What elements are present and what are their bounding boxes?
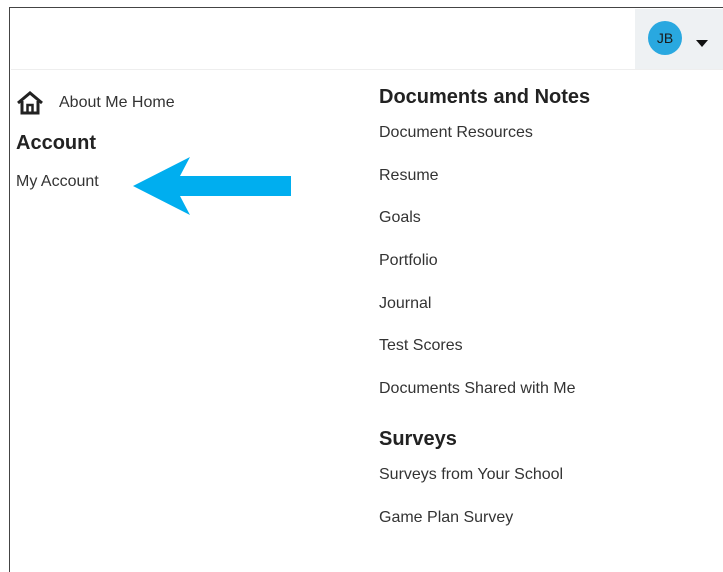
document-resources-link[interactable]: Document Resources bbox=[379, 124, 533, 141]
top-bar: JB bbox=[11, 9, 723, 70]
about-me-home-link[interactable]: About Me Home bbox=[16, 90, 316, 116]
user-menu-button[interactable]: JB bbox=[635, 9, 723, 69]
caret-down-icon[interactable] bbox=[696, 39, 708, 47]
journal-link[interactable]: Journal bbox=[379, 295, 431, 312]
surveys-heading: Surveys bbox=[379, 427, 457, 450]
portfolio-link[interactable]: Portfolio bbox=[379, 252, 438, 269]
documents-heading: Documents and Notes bbox=[379, 86, 591, 108]
goals-link[interactable]: Goals bbox=[379, 209, 421, 226]
about-me-home-label[interactable]: About Me Home bbox=[59, 94, 175, 112]
test-scores-link[interactable]: Test Scores bbox=[379, 337, 463, 354]
game-plan-survey-link[interactable]: Game Plan Survey bbox=[379, 509, 513, 526]
surveys-list: Surveys from Your School Game Plan Surve… bbox=[379, 465, 699, 550]
home-icon bbox=[17, 91, 43, 115]
surveys-from-school-link[interactable]: Surveys from Your School bbox=[379, 466, 563, 483]
avatar[interactable]: JB bbox=[648, 21, 682, 55]
resume-link[interactable]: Resume bbox=[379, 167, 439, 184]
documents-shared-link[interactable]: Documents Shared with Me bbox=[379, 380, 576, 397]
pointer-arrow-icon bbox=[133, 157, 291, 215]
documents-list: Document Resources Resume Goals Portfoli… bbox=[379, 123, 699, 422]
right-column: Documents and Notes Document Resources R… bbox=[379, 84, 699, 550]
